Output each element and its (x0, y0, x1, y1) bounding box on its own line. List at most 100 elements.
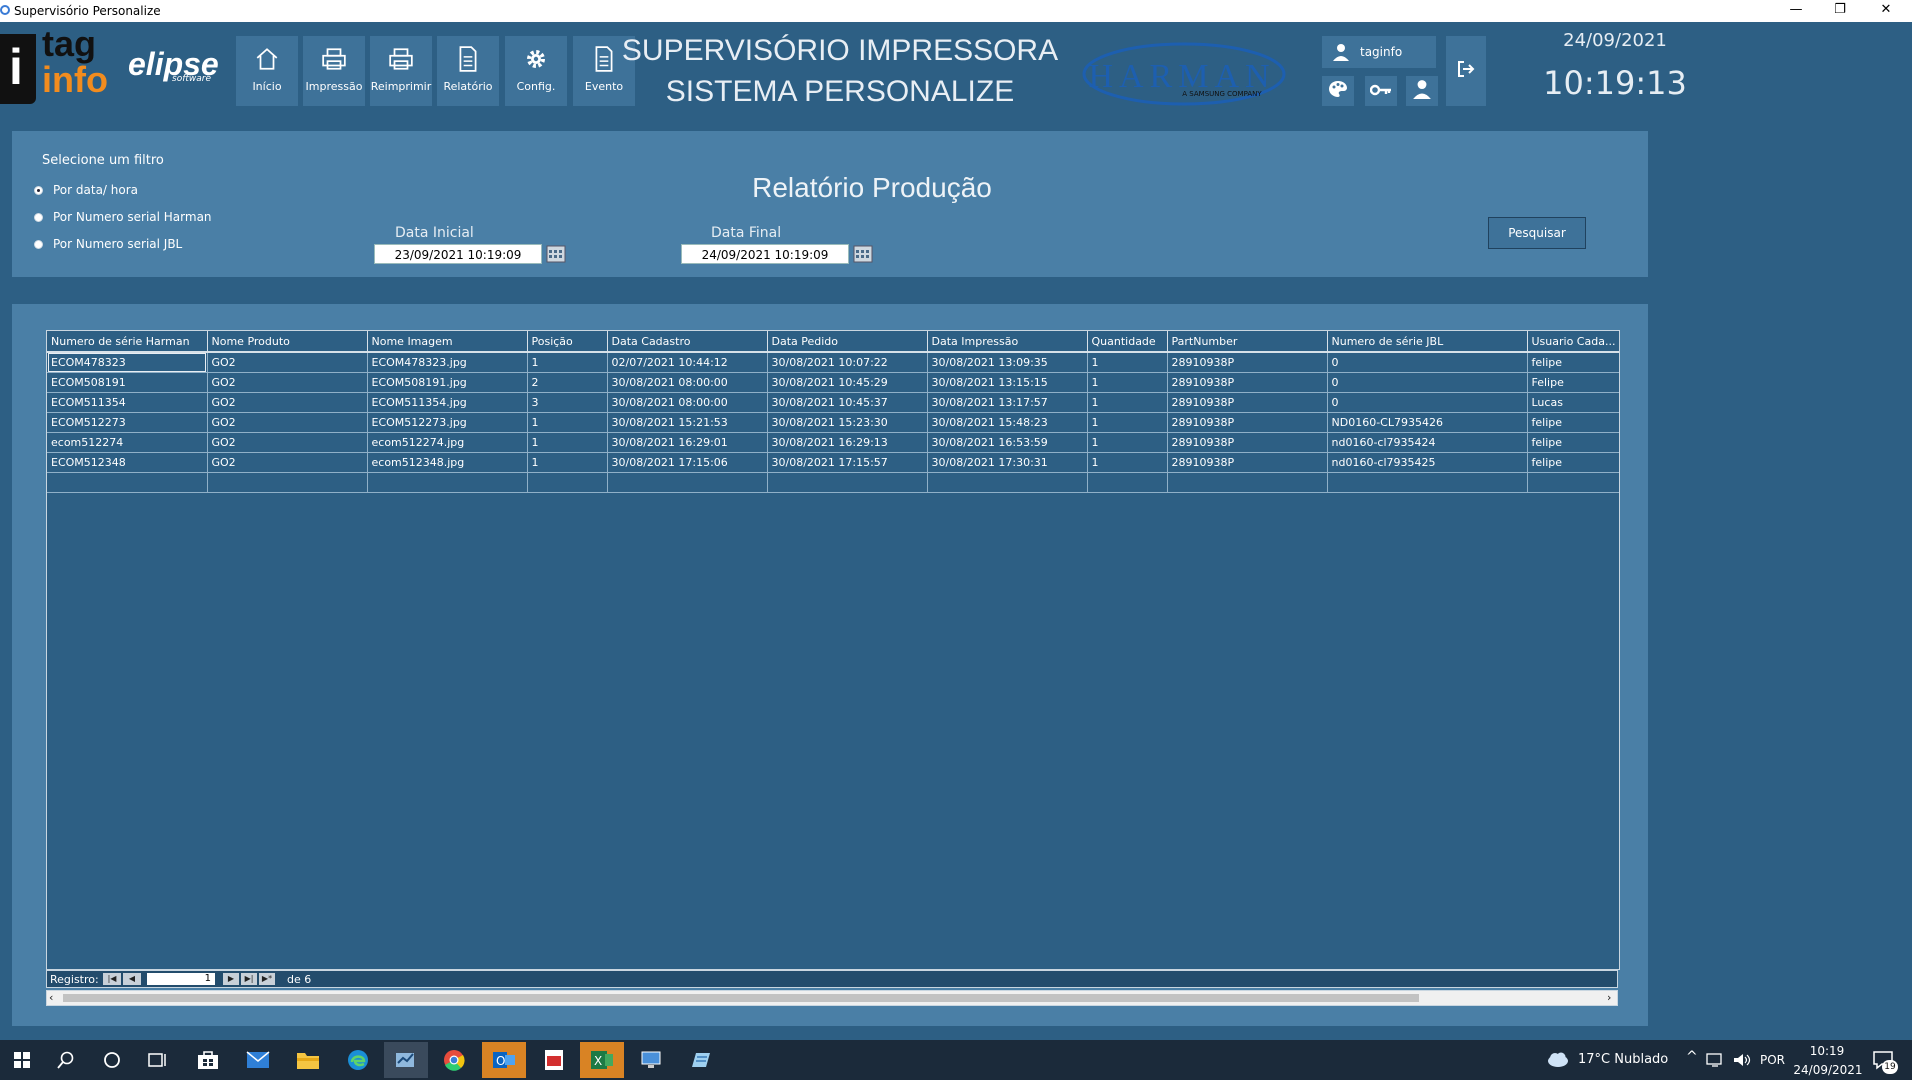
column-header[interactable]: PartNumber (1167, 331, 1328, 353)
next-record-button[interactable]: ▶ (223, 973, 239, 985)
mail-icon[interactable] (236, 1042, 280, 1078)
file-explorer-icon[interactable] (286, 1042, 330, 1078)
radio-button[interactable] (34, 239, 43, 249)
weather-text[interactable]: 17°C Nublado (1578, 1052, 1668, 1067)
end-date-input[interactable]: 24/09/2021 10:19:09 (681, 244, 849, 264)
radio-button[interactable] (34, 212, 43, 222)
gestor-app-icon[interactable] (532, 1042, 576, 1078)
table-cell[interactable]: 30/08/2021 16:29:01 (607, 432, 768, 453)
table-cell[interactable]: nd0160-cl7935425 (1327, 452, 1528, 473)
column-header[interactable]: Data Pedido (767, 331, 928, 353)
table-cell[interactable]: GO2 (207, 452, 368, 473)
table-cell[interactable]: 30/08/2021 10:45:29 (767, 372, 928, 393)
filter-option-harman-serial[interactable]: Por Numero serial Harman (34, 210, 212, 224)
column-header[interactable]: Nome Produto (207, 331, 368, 353)
table-cell[interactable]: 28910938P (1167, 392, 1328, 413)
table-row[interactable]: ECOM508191 GO2 ECOM508191.jpg 2 30/08/2021 0… (47, 372, 1619, 393)
table-cell[interactable]: felipe (1527, 452, 1619, 473)
table-cell[interactable]: 1 (527, 452, 608, 473)
table-cell[interactable]: 30/08/2021 15:23:30 (767, 412, 928, 433)
table-cell[interactable]: 30/08/2021 17:15:57 (767, 452, 928, 473)
table-cell[interactable]: 30/08/2021 10:07:22 (767, 352, 928, 373)
column-header[interactable]: Quantidade (1087, 331, 1168, 353)
table-new-row[interactable] (47, 472, 1619, 493)
column-header[interactable]: Numero de série Harman (47, 331, 208, 353)
table-cell[interactable]: 30/08/2021 08:00:00 (607, 392, 768, 413)
excel-icon[interactable]: X (580, 1042, 624, 1078)
table-cell[interactable]: 30/08/2021 13:15:15 (927, 372, 1088, 393)
table-cell[interactable]: ECOM512348 (47, 452, 208, 473)
tray-time[interactable]: 10:19 (1795, 1044, 1859, 1058)
network-icon[interactable] (1706, 1052, 1726, 1072)
table-cell[interactable]: ECOM512273.jpg (367, 412, 528, 433)
language-indicator[interactable]: POR (1760, 1053, 1785, 1067)
key-button[interactable] (1365, 76, 1397, 106)
table-row[interactable]: ECOM512273 GO2 ECOM512273.jpg 1 30/08/2021 1… (47, 412, 1619, 433)
table-cell[interactable]: 1 (527, 352, 608, 373)
table-cell[interactable]: GO2 (207, 372, 368, 393)
palette-button[interactable] (1322, 76, 1354, 106)
nav-config-button[interactable]: Config. (505, 36, 567, 106)
supervisorio-app-icon[interactable] (384, 1042, 428, 1078)
weather-icon[interactable] (1546, 1050, 1570, 1072)
minimize-button[interactable]: — (1774, 0, 1818, 22)
tray-date[interactable]: 24/09/2021 (1792, 1063, 1864, 1077)
notification-center-icon[interactable]: 19 (1872, 1048, 1900, 1074)
table-cell[interactable]: 28910938P (1167, 352, 1328, 373)
table-cell[interactable]: Felipe (1527, 372, 1619, 393)
column-header[interactable]: Nome Imagem (367, 331, 528, 353)
prev-record-button[interactable]: ◀ (123, 973, 141, 985)
table-cell[interactable]: ECOM512273 (47, 412, 208, 433)
table-cell[interactable]: ECOM478323 (47, 352, 208, 373)
table-cell[interactable]: 30/08/2021 15:48:23 (927, 412, 1088, 433)
table-cell[interactable]: GO2 (207, 352, 368, 373)
table-cell[interactable]: 2 (527, 372, 608, 393)
nav-relatorio-button[interactable]: Relatório (437, 36, 499, 106)
table-cell[interactable]: nd0160-cl7935424 (1327, 432, 1528, 453)
search-icon[interactable] (44, 1042, 88, 1078)
table-cell[interactable]: 1 (1087, 352, 1168, 373)
table-cell[interactable]: 30/08/2021 16:53:59 (927, 432, 1088, 453)
restore-button[interactable]: ❐ (1818, 0, 1862, 22)
first-record-button[interactable]: |◀ (103, 973, 121, 985)
cortana-icon[interactable] (90, 1042, 134, 1078)
search-button[interactable]: Pesquisar (1488, 217, 1586, 249)
table-cell[interactable]: ecom512274.jpg (367, 432, 528, 453)
nav-impressao-button[interactable]: Impressão (303, 36, 365, 106)
table-cell[interactable]: 1 (1087, 392, 1168, 413)
data-grid[interactable]: Numero de série Harman Nome Produto Nome… (46, 330, 1620, 970)
task-view-icon[interactable] (136, 1042, 180, 1078)
table-cell[interactable]: 1 (1087, 372, 1168, 393)
table-cell[interactable]: ECOM508191.jpg (367, 372, 528, 393)
user-admin-button[interactable] (1406, 76, 1438, 106)
column-header[interactable]: Usuario Cada... (1527, 331, 1619, 353)
table-cell[interactable]: 02/07/2021 10:44:12 (607, 352, 768, 373)
last-record-button[interactable]: ▶| (241, 973, 257, 985)
table-cell[interactable]: 28910938P (1167, 412, 1328, 433)
table-cell[interactable]: 30/08/2021 10:45:37 (767, 392, 928, 413)
table-cell[interactable]: 3 (527, 392, 608, 413)
table-cell[interactable]: 1 (1087, 432, 1168, 453)
store-icon[interactable] (186, 1042, 230, 1078)
edge-icon[interactable] (336, 1042, 380, 1078)
table-cell[interactable]: 30/08/2021 08:00:00 (607, 372, 768, 393)
table-cell[interactable]: 1 (527, 432, 608, 453)
scroll-right-icon[interactable]: › (1607, 991, 1611, 1004)
table-row[interactable]: ecom512274 GO2 ecom512274.jpg 1 30/08/2021 1… (47, 432, 1619, 453)
column-header[interactable]: Data Impressão (927, 331, 1088, 353)
table-row[interactable]: ECOM478323 GO2 ECOM478323.jpg 1 02/07/2021 1… (47, 352, 1619, 373)
table-cell[interactable]: 0 (1327, 372, 1528, 393)
scrollbar-thumb[interactable] (63, 994, 1419, 1002)
table-cell[interactable]: 0 (1327, 352, 1528, 373)
table-cell[interactable]: 1 (527, 412, 608, 433)
outlook-icon[interactable]: O (482, 1042, 526, 1078)
table-cell[interactable]: ecom512348.jpg (367, 452, 528, 473)
table-cell[interactable]: felipe (1527, 432, 1619, 453)
table-cell[interactable]: felipe (1527, 352, 1619, 373)
table-cell[interactable]: 28910938P (1167, 372, 1328, 393)
table-cell[interactable]: ECOM478323.jpg (367, 352, 528, 373)
user-box[interactable]: taginfo (1322, 36, 1436, 68)
table-cell[interactable]: ECOM511354.jpg (367, 392, 528, 413)
windows-start-icon[interactable] (0, 1042, 44, 1078)
table-cell[interactable]: 30/08/2021 15:21:53 (607, 412, 768, 433)
